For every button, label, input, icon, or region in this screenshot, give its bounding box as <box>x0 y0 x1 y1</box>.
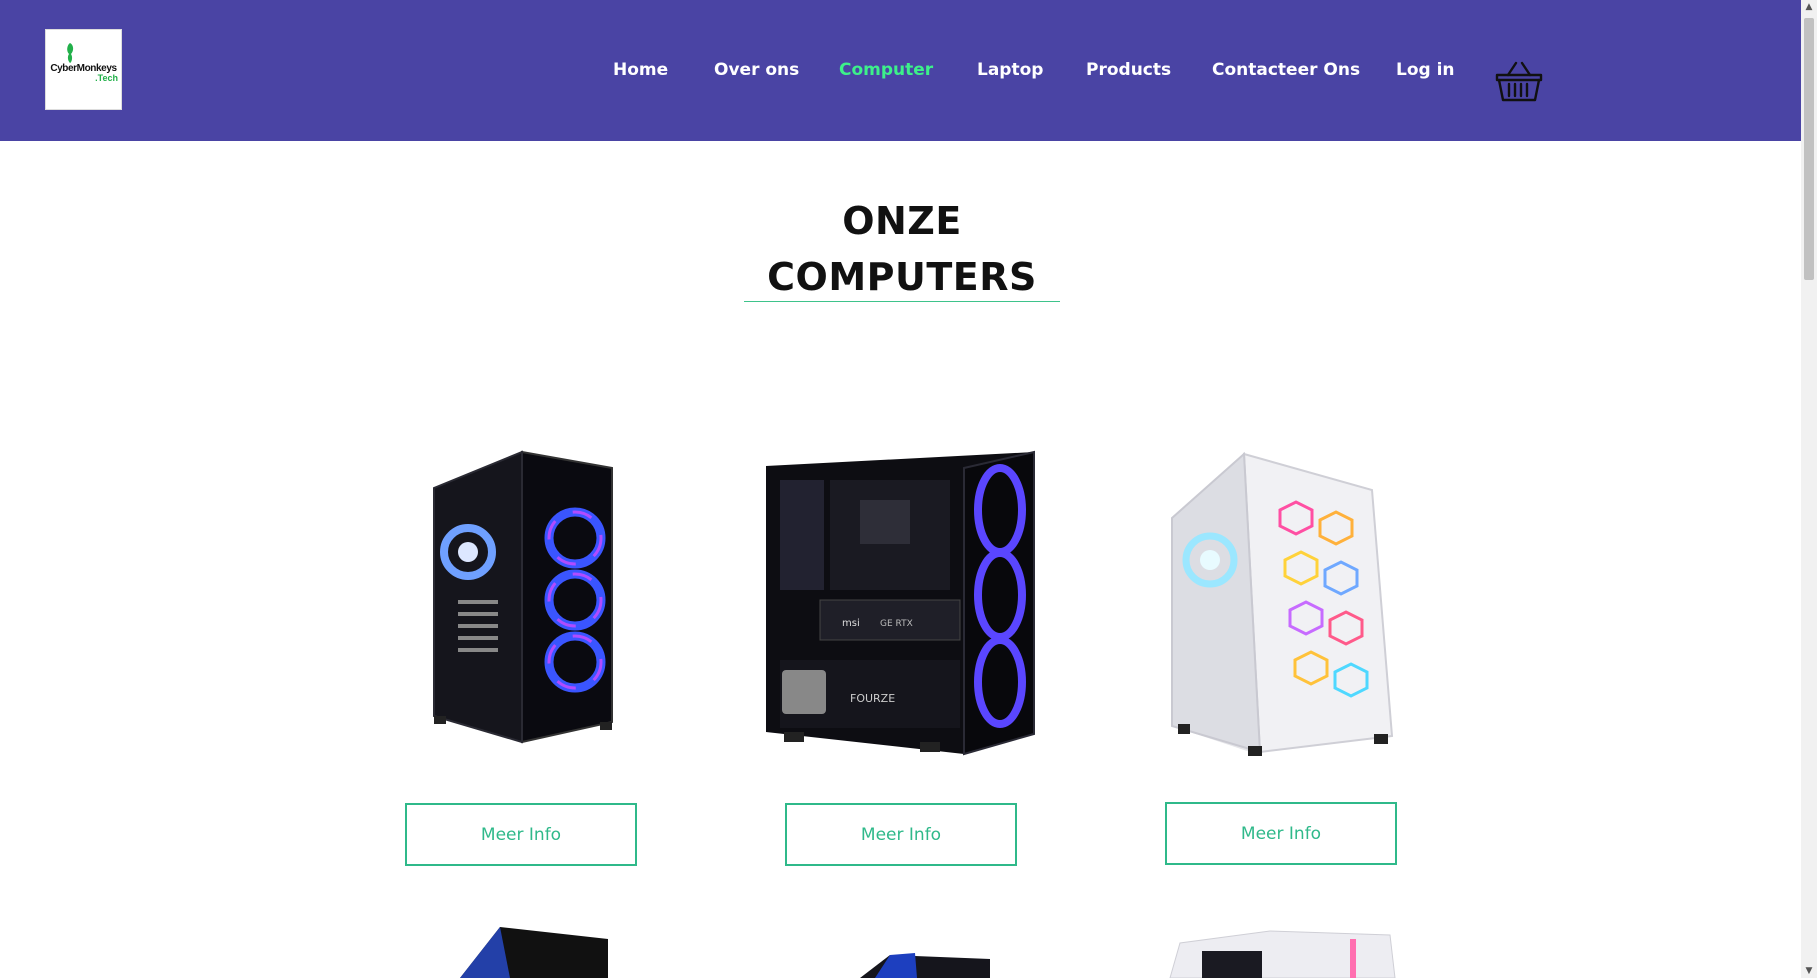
title-line-2: COMPUTERS <box>767 255 1037 299</box>
pc-case-image <box>860 953 990 978</box>
product-image-6-partial[interactable] <box>1140 925 1430 978</box>
pc-case-image <box>1171 451 1394 756</box>
meer-info-button-3[interactable]: Meer Info <box>1165 802 1397 865</box>
pc-case-image: msi GE RTX FOURZE <box>766 450 1035 756</box>
scroll-up-arrow-icon[interactable]: ▲ <box>1801 0 1817 14</box>
product-image-2[interactable]: msi GE RTX FOURZE <box>750 440 1050 770</box>
title-line-1: ONZE <box>842 199 962 243</box>
nav-contacteer-ons[interactable]: Contacteer Ons <box>1212 60 1360 80</box>
nav-laptop[interactable]: Laptop <box>977 60 1043 80</box>
nav-home[interactable]: Home <box>613 60 668 80</box>
meer-info-button-2[interactable]: Meer Info <box>785 803 1017 866</box>
nav-products[interactable]: Products <box>1086 60 1171 80</box>
product-image-3[interactable] <box>1130 440 1430 770</box>
brand-logo[interactable]: CyberMonkeys .Tech <box>45 29 122 110</box>
title-divider <box>744 301 1060 302</box>
pc-case-image <box>460 927 608 978</box>
meer-info-button-1[interactable]: Meer Info <box>405 803 637 866</box>
pc-case-image <box>433 450 613 744</box>
svg-text:msi: msi <box>842 618 860 629</box>
nav-log-in[interactable]: Log in <box>1396 60 1455 80</box>
basket-icon[interactable] <box>1494 59 1544 103</box>
nav-computer[interactable]: Computer <box>839 60 933 80</box>
top-navbar: CyberMonkeys .Tech Home Over ons Compute… <box>0 0 1801 141</box>
page-title: ONZE COMPUTERS <box>744 193 1060 305</box>
svg-text:GE RTX: GE RTX <box>880 619 913 629</box>
nav-over-ons[interactable]: Over ons <box>714 60 799 80</box>
scrollbar-thumb[interactable] <box>1804 18 1814 280</box>
product-image-5-partial[interactable] <box>845 925 1005 978</box>
product-image-1[interactable] <box>370 440 670 770</box>
brand-tld: .Tech <box>95 72 118 83</box>
product-image-4-partial[interactable] <box>440 925 620 978</box>
page-scrollbar[interactable]: ▲ ▼ <box>1801 0 1817 978</box>
brand-name: CyberMonkeys <box>50 62 117 74</box>
scroll-down-arrow-icon[interactable]: ▼ <box>1801 964 1817 978</box>
pc-case-image <box>1169 930 1396 978</box>
monkey-icon <box>67 43 74 63</box>
svg-text:FOURZE: FOURZE <box>850 692 895 705</box>
